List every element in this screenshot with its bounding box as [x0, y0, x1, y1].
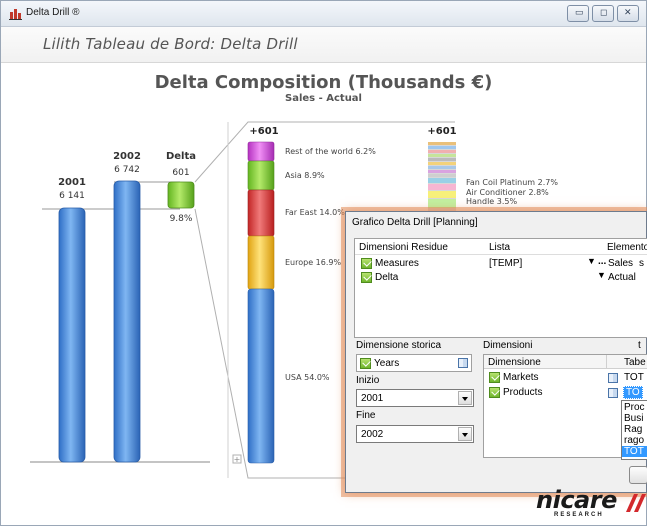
list-item[interactable]: Busi — [624, 413, 643, 424]
year-label-delta: Delta — [166, 151, 196, 162]
products-table-icon[interactable] — [608, 388, 618, 398]
dialog-title: Grafico Delta Drill [Planning] — [352, 217, 478, 228]
segment-usa[interactable] — [247, 288, 275, 464]
markets-table-value: TOT — [624, 372, 644, 383]
products-check-icon[interactable] — [489, 387, 500, 398]
products-table-value[interactable]: TO — [623, 386, 643, 399]
list-item-selected[interactable]: TOT — [622, 446, 647, 457]
year-label-2002: 2002 — [113, 151, 141, 162]
end-value: 2002 — [361, 429, 384, 440]
segment-europe[interactable] — [247, 235, 275, 290]
product-stack[interactable] — [428, 142, 456, 212]
dimension-row-markets: Markets — [503, 372, 539, 383]
label-air-conditioner: Air Conditioner 2.8% — [466, 188, 549, 197]
chevron-down-icon[interactable] — [458, 391, 472, 405]
label-fan-coil: Fan Coil Platinum 2.7% — [466, 178, 558, 187]
dimensions-header-name: Dimensione — [488, 357, 541, 368]
dimensions-header-table: Tabe — [624, 357, 646, 368]
bar-delta[interactable] — [167, 181, 195, 209]
measures-more-button[interactable]: ... — [598, 256, 606, 267]
logo-subtext: RESEARCH — [554, 512, 604, 518]
residual-header-list: Lista — [489, 242, 511, 253]
chevron-down-icon[interactable] — [458, 427, 472, 441]
segment-rest-of-world[interactable] — [247, 141, 275, 162]
nicare-logo: nicare RESEARCH — [536, 486, 646, 520]
history-dimension-field[interactable]: Years — [356, 354, 472, 372]
dimensions-table: Dimensione Tabe Markets TOT Products TO … — [483, 354, 647, 460]
measures-list-value[interactable]: [TEMP] — [489, 258, 522, 269]
segment-asia[interactable] — [247, 160, 275, 191]
label-handle: Handle 3.5% — [466, 197, 517, 206]
start-select[interactable]: 2001 — [356, 389, 474, 407]
label-rest-of-world: Rest of the world 6.2% — [285, 147, 376, 156]
delta-pct-label: 9.8% — [170, 214, 193, 224]
residual-row-measures: Measures — [375, 258, 419, 269]
delta-drill-dialog: Grafico Delta Drill [Planning] Dimension… — [345, 211, 647, 493]
bar-2001[interactable] — [58, 207, 86, 463]
list-item[interactable]: Rag — [624, 424, 642, 435]
label-asia: Asia 8.9% — [285, 171, 325, 180]
measures-element-value[interactable]: Sales — [608, 258, 633, 269]
residual-dimensions-panel: Dimensioni Residue Lista Elemento Measur… — [354, 238, 647, 338]
end-label: Fine — [356, 410, 376, 421]
stack2-total: +601 — [427, 126, 456, 137]
years-check-icon — [360, 358, 371, 369]
history-dimension-value: Years — [374, 358, 400, 369]
dimension-row-products: Products — [503, 387, 543, 398]
year-label-2001: 2001 — [58, 177, 86, 188]
dialog-action-button[interactable] — [629, 466, 647, 484]
dimensions-right-marker: t — [638, 340, 641, 351]
residual-header-element: Elemento — [607, 242, 647, 253]
logo-text: nicare — [536, 486, 617, 514]
list-item[interactable]: Proc — [624, 402, 645, 413]
table-icon[interactable] — [458, 358, 468, 368]
delta-check-icon[interactable] — [361, 272, 372, 283]
label-usa: USA 54.0% — [285, 373, 330, 382]
measures-list-dropdown-icon[interactable]: ▼ — [587, 256, 596, 266]
dimensions-label: Dimensioni — [483, 340, 533, 351]
logo-mark-icon — [626, 494, 646, 512]
delta-element-value[interactable]: Actual — [608, 272, 636, 283]
residual-row-delta: Delta — [375, 272, 399, 283]
products-dropdown-list[interactable]: Proc Busi Rag rago TOT — [621, 400, 647, 460]
end-select[interactable]: 2002 — [356, 425, 474, 443]
label-far-east: Far East 14.0% — [285, 208, 345, 217]
history-dimension-label: Dimensione storica — [356, 340, 442, 351]
residual-header-dimension: Dimensioni Residue — [359, 242, 448, 253]
start-value: 2001 — [361, 393, 384, 404]
measures-check-icon[interactable] — [361, 258, 372, 269]
markets-check-icon[interactable] — [489, 372, 500, 383]
label-europe: Europe 16.9% — [285, 258, 341, 267]
measures-extra: s — [639, 258, 644, 269]
segment-far-east[interactable] — [247, 189, 275, 237]
bar-2002[interactable] — [113, 180, 141, 463]
value-label-delta: 601 — [172, 168, 189, 178]
stack1-total: +601 — [249, 126, 278, 137]
list-item[interactable]: rago — [624, 435, 644, 446]
expand-icon-glyph: + — [234, 455, 241, 464]
delta-list-dropdown-icon[interactable]: ▼ — [597, 270, 606, 280]
value-label-2002: 6 742 — [114, 165, 140, 175]
value-label-2001: 6 141 — [59, 191, 85, 201]
start-label: Inizio — [356, 375, 380, 386]
markets-table-icon[interactable] — [608, 373, 618, 383]
